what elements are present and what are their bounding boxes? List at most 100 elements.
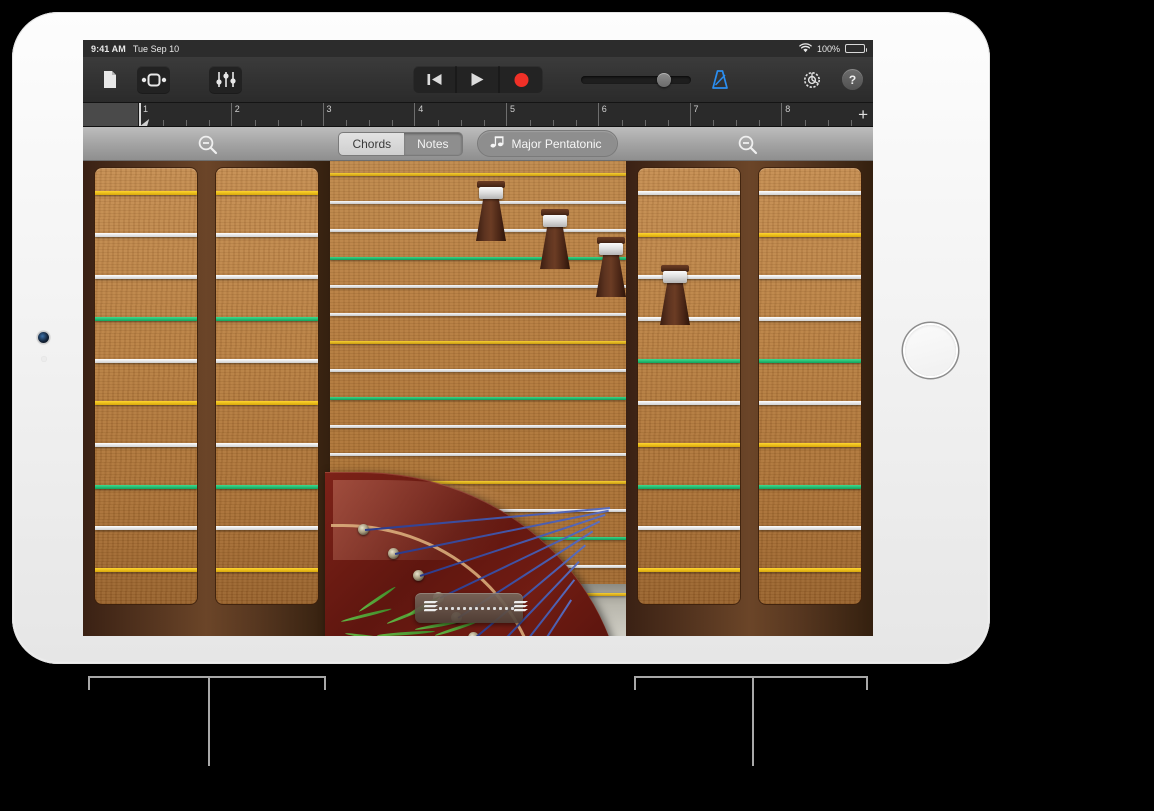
help-button[interactable]: ?: [842, 69, 863, 90]
glissando-dot: [439, 606, 442, 610]
ruler-bar[interactable]: 1: [139, 103, 231, 126]
zoom-out-icon[interactable]: [197, 134, 219, 156]
ambient-sensor-icon: [41, 356, 47, 362]
ruler-bar[interactable]: 6: [597, 103, 690, 126]
string-yellow[interactable]: [330, 173, 626, 176]
string-white[interactable]: [95, 526, 197, 531]
rewind-icon[interactable]: [414, 66, 457, 93]
string-white[interactable]: [330, 425, 626, 428]
chords-notes-segmented-control[interactable]: Chords Notes: [338, 131, 463, 156]
string-white[interactable]: [95, 442, 197, 447]
string-yellow[interactable]: [759, 568, 861, 573]
string-yellow[interactable]: [95, 400, 197, 405]
string-green[interactable]: [759, 484, 861, 489]
string-yellow[interactable]: [95, 568, 197, 573]
ruler-bar[interactable]: 7: [689, 103, 782, 126]
string-green[interactable]: [638, 358, 740, 363]
sliders-icon[interactable]: [209, 66, 242, 93]
string-green[interactable]: [330, 397, 626, 400]
string-white[interactable]: [330, 285, 626, 288]
string-white[interactable]: [216, 442, 318, 447]
play-icon[interactable]: [457, 66, 500, 93]
string-yellow[interactable]: [759, 442, 861, 447]
glissando-dot: [493, 606, 496, 610]
scale-button[interactable]: Major Pentatonic: [476, 130, 618, 157]
battery-icon: [845, 44, 867, 53]
status-date: Tue Sep 10: [132, 43, 180, 54]
status-bar: 9:41 AM Tue Sep 10 100%: [83, 40, 873, 57]
string-green[interactable]: [95, 316, 197, 321]
string-yellow[interactable]: [216, 191, 318, 196]
master-volume-knob[interactable]: [657, 72, 671, 87]
ruler-bars[interactable]: 12 3 4 5 6 7 8: [139, 103, 873, 126]
string-white[interactable]: [330, 313, 626, 316]
string-yellow[interactable]: [216, 400, 318, 405]
string-yellow[interactable]: [759, 232, 861, 237]
track-view-icon[interactable]: [137, 66, 170, 93]
string-yellow[interactable]: [216, 568, 318, 573]
string-white[interactable]: [759, 400, 861, 405]
string-white[interactable]: [638, 191, 740, 196]
string-rake-icon: [512, 599, 529, 618]
timeline-ruler[interactable]: 12 3 4 5 6 7 8 +: [83, 103, 873, 127]
string-bridge[interactable]: [660, 265, 690, 325]
string-bridge[interactable]: [476, 181, 506, 241]
ruler-bar[interactable]: 3: [322, 103, 415, 126]
string-yellow[interactable]: [638, 568, 740, 573]
glissando-control[interactable]: [415, 593, 528, 623]
string-white[interactable]: [95, 358, 197, 363]
metronome-icon[interactable]: [703, 66, 736, 93]
zoom-out-icon[interactable]: [737, 134, 759, 156]
string-white[interactable]: [638, 526, 740, 531]
string-white[interactable]: [330, 453, 626, 456]
string-white[interactable]: [216, 274, 318, 279]
string-green[interactable]: [216, 316, 318, 321]
string-green[interactable]: [638, 484, 740, 489]
glissando-track[interactable]: [439, 606, 514, 610]
string-green[interactable]: [759, 358, 861, 363]
string-panel-right-1[interactable]: [638, 168, 740, 604]
string-white[interactable]: [216, 358, 318, 363]
string-white[interactable]: [759, 316, 861, 321]
glissando-dot: [451, 606, 454, 610]
string-panel-left-1[interactable]: [95, 168, 197, 604]
string-bridge[interactable]: [540, 209, 570, 269]
segment-chords[interactable]: Chords: [339, 132, 405, 155]
string-green[interactable]: [95, 484, 197, 489]
master-volume-slider[interactable]: [581, 72, 691, 87]
home-button[interactable]: [905, 325, 956, 376]
ruler-bar[interactable]: 4: [414, 103, 506, 126]
string-yellow[interactable]: [95, 191, 197, 196]
ruler-bar[interactable]: 2: [230, 103, 323, 126]
glissando-dot: [475, 606, 478, 610]
string-yellow[interactable]: [638, 232, 740, 237]
string-white[interactable]: [216, 526, 318, 531]
ruler-tick: [208, 120, 210, 126]
string-yellow[interactable]: [330, 341, 626, 344]
playhead[interactable]: [139, 103, 149, 126]
master-volume-track[interactable]: [581, 75, 691, 84]
string-bridge[interactable]: [596, 237, 626, 297]
string-white[interactable]: [330, 369, 626, 372]
string-yellow[interactable]: [638, 442, 740, 447]
string-white[interactable]: [759, 191, 861, 196]
string-panel-right-2[interactable]: [759, 168, 861, 604]
ruler-bar[interactable]: 5: [506, 103, 598, 126]
string-white[interactable]: [216, 232, 318, 237]
record-icon[interactable]: [500, 66, 543, 93]
add-track-button[interactable]: +: [858, 106, 868, 123]
string-green[interactable]: [330, 257, 626, 260]
string-panel-left-2[interactable]: [216, 168, 318, 604]
string-green[interactable]: [216, 484, 318, 489]
string-white[interactable]: [638, 400, 740, 405]
document-icon[interactable]: [93, 66, 126, 93]
string-white[interactable]: [759, 526, 861, 531]
callout-bracket-end: [866, 676, 868, 690]
ruler-tick: [713, 120, 715, 126]
string-white[interactable]: [95, 232, 197, 237]
string-white[interactable]: [95, 274, 197, 279]
string-white[interactable]: [759, 274, 861, 279]
ruler-tick: [759, 120, 761, 126]
gear-icon[interactable]: [795, 66, 828, 93]
segment-notes[interactable]: Notes: [404, 133, 461, 155]
